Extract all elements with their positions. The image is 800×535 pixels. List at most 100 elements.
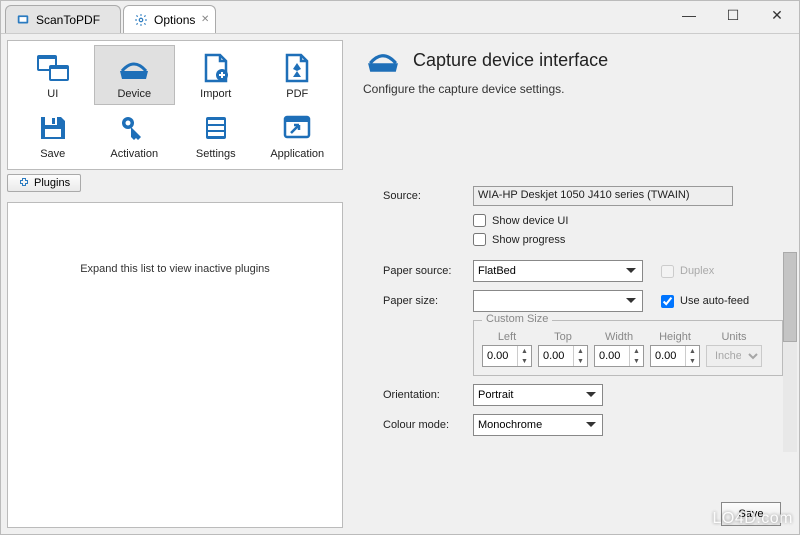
toolbar-item-activation[interactable]: Activation [94,105,176,165]
app-icon [16,13,30,27]
toolbar-label: Save [40,148,65,160]
colour-mode-select[interactable]: Monochrome [473,414,603,436]
paper-size-label: Paper size: [383,295,473,307]
toolbar-item-pdf[interactable]: PDF [257,45,339,105]
toolbar-item-device[interactable]: Device [94,45,176,105]
col-width: Width ▲▼ [594,331,644,367]
tab-options[interactable]: Options ✕ [123,5,216,33]
width-spinner[interactable]: ▲▼ [594,345,644,367]
show-progress-label: Show progress [492,234,565,246]
orientation-select[interactable]: Portrait [473,384,603,406]
close-button[interactable]: ✕ [755,1,799,29]
toolbar-label: Activation [110,148,158,160]
left-input[interactable] [483,350,517,362]
right-panel: Capture device interface Configure the c… [349,34,799,534]
gear-icon [134,13,148,27]
app-window: ScanToPDF Options ✕ — ☐ ✕ UI [0,0,800,535]
row-source: Source: WIA-HP Deskjet 1050 J410 series … [383,186,789,206]
orientation-label: Orientation: [383,389,473,401]
row-orientation: Orientation: Portrait [383,384,789,406]
source-select[interactable]: WIA-HP Deskjet 1050 J410 series (TWAIN) [473,186,733,206]
page-title: Capture device interface [413,50,608,71]
page-subtitle: Configure the capture device settings. [363,82,789,96]
width-input[interactable] [595,350,629,362]
toolbar-label: Device [117,88,151,100]
duplex-group: Duplex [661,265,714,278]
row-show-device-ui: Show device UI [473,214,789,227]
toolbar-label: Settings [196,148,236,160]
col-left: Left ▲▼ [482,331,532,367]
scanner-icon [363,44,403,76]
duplex-label: Duplex [680,265,714,277]
paper-size-select[interactable] [473,290,643,312]
toolbar-item-ui[interactable]: UI [12,45,94,105]
tab-scantopdf[interactable]: ScanToPDF [5,5,121,33]
settings-icon [196,112,236,144]
custom-size-grid: Left ▲▼ Top ▲▼ Width ▲▼ Height [482,331,774,367]
plugins-list[interactable]: Expand this list to view inactive plugin… [7,202,343,528]
ui-icon [33,52,73,84]
toolbar-item-settings[interactable]: Settings [175,105,257,165]
tab-label: Options [154,13,195,27]
application-icon [277,112,317,144]
row-show-progress: Show progress [473,233,789,246]
auto-feed-label: Use auto-feed [680,295,749,307]
show-device-ui-checkbox[interactable] [473,214,486,227]
plugins-tab-label: Plugins [34,177,70,189]
units-select: Inches [706,345,762,367]
toolbar-item-save[interactable]: Save [12,105,94,165]
close-tab-icon[interactable]: ✕ [201,14,209,25]
tab-label: ScanToPDF [36,13,100,27]
left-panel: UI Device Import [1,34,349,534]
left-spinner[interactable]: ▲▼ [482,345,532,367]
height-spinner[interactable]: ▲▼ [650,345,700,367]
plugins-tab-button[interactable]: Plugins [7,174,81,192]
plugin-icon [18,177,30,189]
plugins-empty-text: Expand this list to view inactive plugin… [80,263,270,275]
row-paper-source: Paper source: FlatBed Duplex [383,260,789,282]
paper-source-label: Paper source: [383,265,473,277]
show-progress-checkbox[interactable] [473,233,486,246]
import-icon [196,52,236,84]
minimize-button[interactable]: — [667,1,711,29]
auto-feed-group: Use auto-feed [661,295,749,308]
custom-size-legend: Custom Size [482,313,552,325]
col-height: Height ▲▼ [650,331,700,367]
tab-strip: ScanToPDF Options ✕ [1,1,218,33]
vertical-scrollbar[interactable] [783,252,797,452]
options-toolbar: UI Device Import [7,40,343,170]
device-icon [114,52,154,84]
row-paper-size: Paper size: Use auto-feed [383,290,789,312]
window-controls: — ☐ ✕ [667,1,799,29]
content-area: UI Device Import [1,33,799,534]
key-icon [114,112,154,144]
top-spinner[interactable]: ▲▼ [538,345,588,367]
col-top: Top ▲▼ [538,331,588,367]
save-button[interactable]: Save [721,502,781,526]
auto-feed-checkbox[interactable] [661,295,674,308]
colour-mode-label: Colour mode: [383,419,473,431]
height-input[interactable] [651,350,685,362]
show-device-ui-label: Show device UI [492,215,568,227]
row-colour-mode: Colour mode: Monochrome [383,414,789,436]
duplex-checkbox [661,265,674,278]
top-input[interactable] [539,350,573,362]
scrollbar-thumb[interactable] [783,252,797,342]
toolbar-label: UI [47,88,58,100]
page-header: Capture device interface [363,44,789,76]
custom-size-fieldset: Custom Size Left ▲▼ Top ▲▼ Width ▲▼ [473,320,783,376]
toolbar-label: PDF [286,88,308,100]
device-form: Source: WIA-HP Deskjet 1050 J410 series … [383,186,789,436]
paper-source-select[interactable]: FlatBed [473,260,643,282]
toolbar-item-import[interactable]: Import [175,45,257,105]
plugins-tabbar: Plugins [7,174,343,198]
toolbar-item-application[interactable]: Application [257,105,339,165]
maximize-button[interactable]: ☐ [711,1,755,29]
titlebar: ScanToPDF Options ✕ — ☐ ✕ [1,1,799,33]
toolbar-label: Application [270,148,324,160]
left-label: Left [498,331,516,343]
width-label: Width [605,331,633,343]
col-units: Units Inches [706,331,762,367]
toolbar-label: Import [200,88,231,100]
top-label: Top [554,331,572,343]
